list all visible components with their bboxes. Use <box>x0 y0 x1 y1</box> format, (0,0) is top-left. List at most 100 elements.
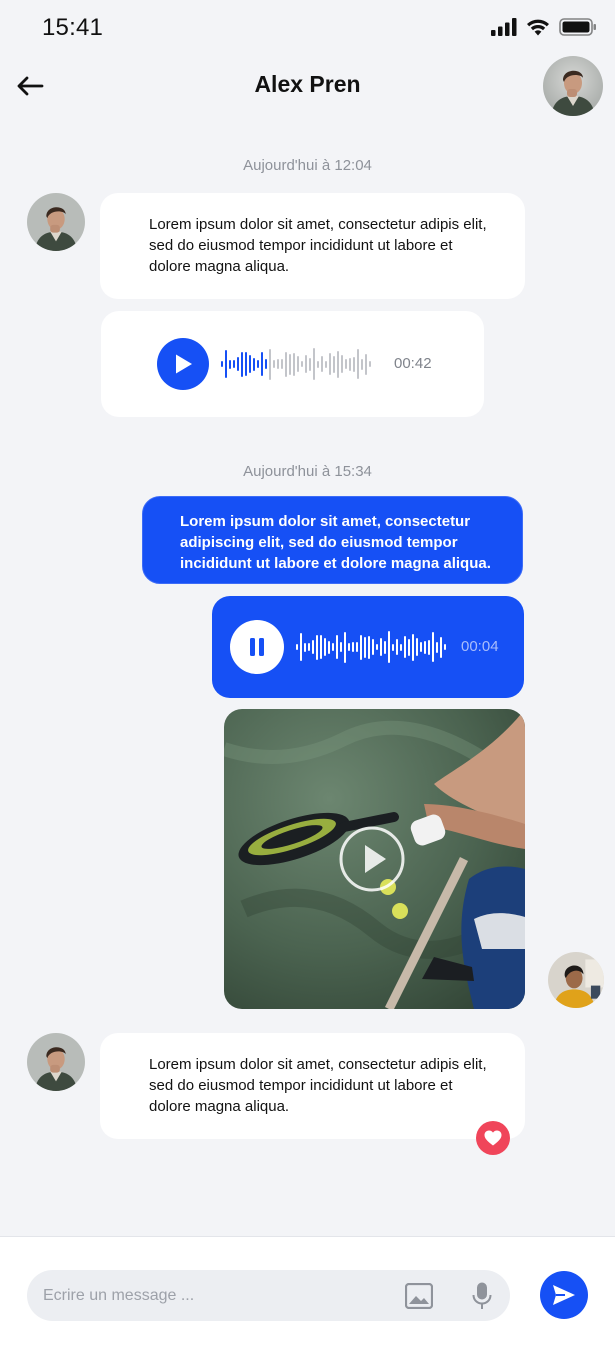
wifi-icon <box>526 18 550 41</box>
waveform-bar <box>344 631 346 663</box>
waveform-bar <box>233 360 235 368</box>
waveform-bar <box>380 638 382 656</box>
pause-icon <box>250 638 264 656</box>
waveform-bar <box>249 355 251 373</box>
waveform-bar <box>376 644 378 650</box>
microphone-icon <box>472 1282 492 1309</box>
message-text: Lorem ipsum dolor sit amet, consectetur … <box>180 513 491 572</box>
waveform-bar <box>436 641 438 653</box>
audio-message-outgoing[interactable]: 00:04 <box>212 596 524 698</box>
waveform-bar <box>352 642 354 652</box>
waveform-bar <box>404 636 406 658</box>
message-bubble-incoming[interactable]: Lorem ipsum dolor sit amet, consectetur … <box>100 1033 525 1139</box>
waveform-bar <box>361 358 363 370</box>
status-time: 15:41 <box>42 14 104 41</box>
reaction-badge[interactable] <box>476 1121 510 1155</box>
message-timestamp: Aujourd'hui à 12:04 <box>243 157 372 174</box>
message-input-container <box>27 1270 510 1321</box>
waveform-bar <box>269 348 271 380</box>
waveform-bar <box>353 356 355 372</box>
status-bar: 15:41 <box>0 0 615 56</box>
waveform-bar <box>369 361 371 367</box>
waveform-bar <box>420 642 422 652</box>
waveform-bar <box>364 636 366 658</box>
waveform-bar <box>360 634 362 660</box>
video-message[interactable] <box>224 709 525 1009</box>
waveform-bar <box>221 361 223 367</box>
waveform-bar <box>245 352 247 376</box>
waveform-bar <box>308 643 310 651</box>
pause-button[interactable] <box>230 620 284 674</box>
waveform-bar <box>428 639 430 655</box>
audio-message-incoming[interactable]: 00:42 <box>101 311 484 417</box>
waveform-bar <box>309 357 311 371</box>
waveform-bar <box>408 638 410 656</box>
waveform-bar <box>257 360 259 368</box>
audio-duration: 00:04 <box>461 638 499 655</box>
waveform-bar <box>325 360 327 368</box>
signal-icon <box>491 18 517 41</box>
send-button[interactable] <box>540 1271 588 1319</box>
waveform-bar <box>241 351 243 377</box>
audio-waveform[interactable] <box>296 628 446 666</box>
battery-icon <box>559 18 597 41</box>
waveform-bar <box>396 639 398 655</box>
waveform-bar <box>225 350 227 378</box>
waveform-bar <box>349 357 351 371</box>
audio-duration: 00:42 <box>394 355 432 372</box>
waveform-bar <box>273 360 275 368</box>
waveform-bar <box>285 351 287 377</box>
message-timestamp: Aujourd'hui à 15:34 <box>243 463 372 480</box>
my-avatar[interactable] <box>548 952 604 1008</box>
waveform-bar <box>392 643 394 651</box>
message-bubble-incoming[interactable]: Lorem ipsum dolor sit amet, consectetur … <box>100 193 525 299</box>
send-icon <box>553 1285 575 1305</box>
sender-avatar[interactable] <box>27 193 85 251</box>
waveform-bar <box>304 642 306 652</box>
waveform-bar <box>416 638 418 656</box>
sender-avatar[interactable] <box>27 1033 85 1091</box>
waveform-bar <box>237 357 239 371</box>
attach-image-button[interactable] <box>403 1280 435 1312</box>
heart-icon <box>484 1130 502 1146</box>
waveform-bar <box>388 631 390 663</box>
waveform-bar <box>289 353 291 375</box>
waveform-bar <box>365 353 367 375</box>
waveform-bar <box>356 642 358 652</box>
waveform-bar <box>293 352 295 376</box>
play-button[interactable] <box>157 338 209 390</box>
waveform-bar <box>317 360 319 368</box>
image-icon <box>405 1283 433 1309</box>
waveform-bar <box>301 361 303 367</box>
waveform-bar <box>384 640 386 654</box>
play-icon <box>176 354 192 374</box>
message-bubble-outgoing[interactable]: Lorem ipsum dolor sit amet, consectetur … <box>142 496 523 584</box>
message-input[interactable] <box>43 1270 383 1321</box>
waveform-bar <box>332 643 334 651</box>
message-composer <box>0 1236 615 1354</box>
waveform-bar <box>297 356 299 372</box>
waveform-bar <box>229 359 231 369</box>
contact-avatar[interactable] <box>543 56 603 116</box>
waveform-bar <box>321 356 323 372</box>
waveform-bar <box>341 355 343 373</box>
audio-waveform[interactable] <box>221 345 371 383</box>
waveform-bar <box>300 633 302 661</box>
waveform-bar <box>432 632 434 662</box>
waveform-bar <box>320 635 322 659</box>
contact-name: Alex Pren <box>254 71 361 97</box>
waveform-bar <box>277 359 279 369</box>
waveform-bar <box>328 640 330 654</box>
message-text: Lorem ipsum dolor sit amet, consectetur … <box>149 216 487 275</box>
waveform-bar <box>337 350 339 378</box>
waveform-bar <box>253 357 255 371</box>
waveform-bar <box>372 639 374 655</box>
voice-record-button[interactable] <box>467 1280 497 1312</box>
waveform-bar <box>424 640 426 654</box>
waveform-bar <box>336 635 338 659</box>
waveform-bar <box>357 349 359 379</box>
waveform-bar <box>296 644 298 650</box>
message-text: Lorem ipsum dolor sit amet, consectetur … <box>149 1056 487 1115</box>
waveform-bar <box>313 348 315 380</box>
waveform-bar <box>261 352 263 376</box>
